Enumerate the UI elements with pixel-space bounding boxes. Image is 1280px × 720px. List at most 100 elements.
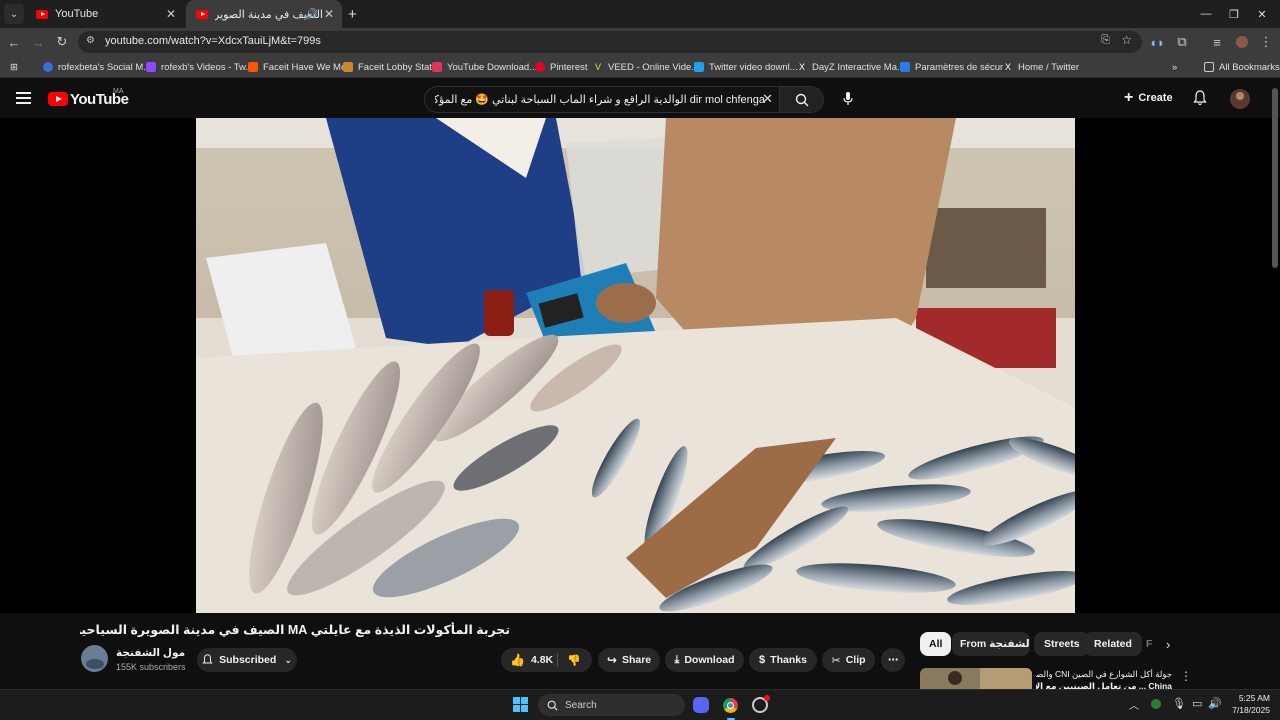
more-actions-button[interactable]: ⋯ (881, 648, 905, 672)
folder-icon (1204, 62, 1214, 72)
close-window-button[interactable]: ✕ (1244, 0, 1280, 28)
download-icon: ⤓ (674, 653, 680, 666)
back-button[interactable]: ← (4, 32, 24, 52)
thumbs-down-icon[interactable]: 👎 (567, 654, 581, 667)
search-icon (547, 700, 558, 711)
network-icon[interactable]: ▭ (1192, 697, 1202, 710)
download-button[interactable]: ⤓ Download (665, 648, 744, 672)
close-icon[interactable]: ✕ (166, 7, 176, 21)
windows-start-icon[interactable] (513, 697, 529, 713)
speaker-icon[interactable]: 🔊 (306, 9, 318, 20)
chip-partial[interactable]: F (1138, 632, 1160, 656)
tab-search-button[interactable]: ⌄ (4, 4, 24, 24)
bookmark-item[interactable]: Pinterest (535, 59, 588, 75)
clip-button[interactable]: ✂ Clip (822, 648, 875, 672)
chip-from-channel[interactable]: From مول الشفنجة (952, 632, 1030, 656)
subscribed-button[interactable]: Subscribed ⌄ (197, 648, 297, 672)
bookmark-item[interactable]: Paramètres de sécur... (900, 59, 1011, 75)
like-dislike-group: 👍 4.8K 👎 (501, 648, 592, 672)
download-favicon-icon (432, 62, 442, 72)
menu-icon[interactable]: ⋮ (1256, 32, 1276, 52)
bookmark-item[interactable]: Faceit Have We Met (248, 59, 349, 75)
close-icon[interactable]: ✕ (324, 7, 334, 21)
search-button[interactable] (779, 87, 823, 112)
thanks-button[interactable]: $ Thanks (749, 648, 817, 672)
recommended-title[interactable]: جولة أكل الشوارع في الصين CNI والصدمت (1036, 669, 1172, 680)
thumbs-up-icon[interactable]: 👍 (510, 653, 525, 667)
youtube-favicon-icon (36, 9, 48, 19)
site-info-icon[interactable]: ⚙ (86, 35, 95, 46)
bookmark-item[interactable]: Twitter video downl... (694, 59, 798, 75)
dayz-icon: X (797, 62, 807, 72)
chevron-right-icon[interactable]: › (1166, 637, 1170, 652)
video-player[interactable] (0, 118, 1280, 613)
apps-grid-icon[interactable]: ⊞ (10, 59, 18, 75)
browser-tab-strip: ⌄ YouTube ✕ الصيف في مدينة الصويرة ال...… (0, 0, 1280, 28)
youtube-favicon-icon (196, 9, 208, 19)
bookmark-item[interactable]: YouTube Download... (432, 59, 537, 75)
new-tab-button[interactable]: + (348, 6, 357, 23)
forward-button[interactable]: → (28, 32, 48, 52)
faceit-lobby-icon (343, 62, 353, 72)
url-text: youtube.com/watch?v=XdcxTauiLjM&t=799s (105, 35, 321, 47)
media-icon[interactable]: ◖◗ (1147, 32, 1167, 52)
recommended-thumbnail[interactable] (920, 668, 1032, 689)
veed-icon: V (593, 62, 603, 72)
twitter-download-icon (694, 62, 704, 72)
bookmark-item[interactable]: Faceit Lobby Stats (343, 59, 437, 75)
bookmark-item[interactable]: rofexbeta's Social M... (43, 59, 151, 75)
hamburger-menu-icon[interactable] (16, 92, 31, 104)
bookmark-item[interactable]: X Home / Twitter (1003, 59, 1079, 75)
bookmark-item[interactable]: X DayZ Interactive Ma... (797, 59, 905, 75)
chrome-icon[interactable] (722, 697, 739, 714)
chevron-up-icon[interactable]: ︿ (1129, 697, 1139, 712)
account-avatar[interactable] (1230, 89, 1250, 109)
create-button[interactable]: + Create (1124, 90, 1173, 106)
microphone-icon[interactable]: 🎙 (1172, 697, 1186, 710)
share-button[interactable]: ↪ Share (598, 648, 660, 672)
dollar-heart-icon: $ (759, 654, 766, 666)
more-bookmarks-icon[interactable]: » (1172, 59, 1177, 75)
search-box[interactable]: dir mol chfenga الوالدية الراقع و شراء ا… (424, 86, 824, 113)
voice-search-button[interactable] (838, 89, 858, 109)
discord-icon[interactable] (693, 697, 709, 713)
more-vertical-icon[interactable]: ⋮ (1180, 669, 1192, 683)
volume-icon[interactable]: 🔊 (1208, 697, 1222, 710)
subscriber-count: 155K subscribers (116, 662, 186, 672)
video-frame[interactable] (196, 118, 1075, 613)
settings-favicon-icon (900, 62, 910, 72)
tray-app-icon[interactable] (1151, 699, 1161, 709)
taskbar-search[interactable]: Search (538, 694, 685, 716)
video-title: تجربة المأكولات الذيذة مع عايلتي MA الصي… (80, 623, 510, 637)
reload-button[interactable]: ↻ (52, 32, 72, 52)
chip-related[interactable]: Related (1084, 632, 1142, 656)
youtube-logo-icon[interactable] (48, 92, 68, 106)
notifications-button[interactable] (1193, 90, 1207, 111)
twitch-icon (146, 62, 156, 72)
search-input[interactable]: dir mol chfenga الوالدية الراقع و شراء ا… (435, 93, 765, 106)
install-app-icon[interactable]: ⎘ (1101, 34, 1110, 47)
tab-video[interactable]: الصيف في مدينة الصويرة ال... 🔊 ✕ (186, 0, 342, 28)
steam-icon[interactable] (752, 695, 770, 713)
like-count[interactable]: 4.8K (531, 654, 553, 666)
share-icon: ↪ (606, 653, 617, 667)
bookmark-star-icon[interactable]: ☆ (1121, 33, 1132, 47)
windows-taskbar: Search ︿ 🎙 ▭ 🔊 5:25 AM 7/18/2025 (0, 689, 1280, 720)
reading-list-icon[interactable]: ≡ (1207, 32, 1227, 52)
chip-all[interactable]: All (920, 632, 952, 656)
clear-search-icon[interactable]: ✕ (762, 91, 773, 107)
chip-streets[interactable]: Streets (1034, 632, 1090, 656)
channel-name[interactable]: مول الشفنجة (116, 647, 185, 659)
profile-avatar[interactable] (1232, 32, 1252, 52)
tab-youtube[interactable]: YouTube ✕ (26, 0, 184, 28)
channel-avatar[interactable] (81, 645, 108, 672)
extensions-icon[interactable]: ⧉ (1172, 32, 1192, 52)
address-bar[interactable]: ⚙ youtube.com/watch?v=XdcxTauiLjM&t=799s… (78, 31, 1142, 53)
all-bookmarks[interactable]: All Bookmarks (1204, 59, 1280, 75)
bookmark-item[interactable]: V VEED - Online Vide... (593, 59, 699, 75)
more-horizontal-icon: ⋯ (887, 654, 899, 666)
chevron-down-icon: ⌄ (284, 654, 292, 665)
clock[interactable]: 5:25 AM 7/18/2025 (1226, 693, 1270, 715)
bookmark-item[interactable]: rofexb's Videos - Tw... (146, 59, 253, 75)
page-scrollbar[interactable] (1272, 88, 1278, 268)
